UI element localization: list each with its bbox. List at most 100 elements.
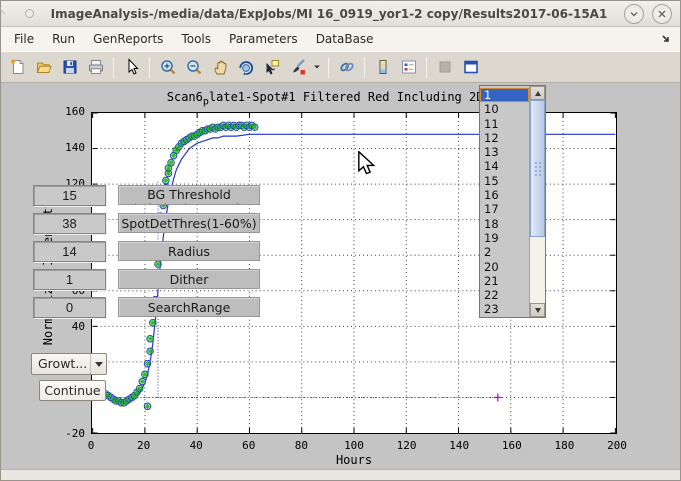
menu-genreports[interactable]: GenReports — [84, 29, 172, 49]
zoom-in-icon — [159, 58, 177, 76]
y-tick-label: 160 — [45, 105, 85, 118]
listbox-scrollbar[interactable] — [529, 86, 545, 317]
list-item-11[interactable]: 11 — [480, 117, 529, 131]
x-tick-label: 100 — [334, 439, 374, 452]
brush-dropdown-caret-icon — [313, 64, 321, 70]
scrollbar-track[interactable] — [530, 100, 545, 303]
list-item-23[interactable]: 23 — [480, 302, 529, 316]
listbox-items: 110111213141516171819220212223 — [480, 86, 529, 317]
link-plots-icon — [338, 58, 356, 76]
toolbar-separator — [328, 57, 329, 78]
toolbar-separator — [149, 57, 150, 78]
x-tick-label: 140 — [439, 439, 479, 452]
list-item-10[interactable]: 10 — [480, 102, 529, 116]
dither-button[interactable]: Dither — [118, 269, 260, 289]
x-tick-label: 40 — [176, 439, 216, 452]
new-file-button[interactable] — [5, 55, 30, 80]
mouse-cursor-icon — [357, 151, 379, 175]
growth-dropdown[interactable]: Growt... — [31, 353, 107, 375]
window-bottom-edge — [1, 469, 680, 480]
figure-area: Scan6plate1-Spot#1 Filtered Red Includin… — [1, 83, 680, 471]
save-button[interactable] — [57, 55, 82, 80]
list-item-18[interactable]: 18 — [480, 217, 529, 231]
insert-legend-button[interactable] — [396, 55, 421, 80]
dither-field[interactable] — [33, 269, 106, 290]
chevron-down-icon — [629, 9, 639, 19]
menu-parameters[interactable]: Parameters — [220, 29, 307, 49]
window-corner-decoration — [0, 0, 14, 14]
list-item-22[interactable]: 22 — [480, 288, 529, 302]
spotdetthres-button[interactable]: SpotDetThres(1-60%) — [118, 213, 260, 233]
print-button[interactable] — [83, 55, 108, 80]
zoom-in-button[interactable] — [155, 55, 180, 80]
toolbar-separator — [113, 57, 114, 78]
rotate-3d-button[interactable] — [233, 55, 258, 80]
brush-icon — [289, 58, 307, 76]
dock-figure-button[interactable] — [432, 55, 457, 80]
x-tick-label: 180 — [544, 439, 584, 452]
menu-tools[interactable]: Tools — [172, 29, 220, 49]
radius-field[interactable] — [33, 241, 106, 262]
x-tick-label: 160 — [492, 439, 532, 452]
pan-tool-button[interactable] — [207, 55, 232, 80]
save-icon — [61, 58, 79, 76]
toolbar — [1, 51, 680, 83]
window-title: ImageAnalysis-/media/data/ExpJobs/MI 16_… — [34, 7, 624, 21]
link-plots-button[interactable] — [334, 55, 359, 80]
open-file-button[interactable] — [31, 55, 56, 80]
x-tick-label: 0 — [71, 439, 111, 452]
list-item-12[interactable]: 12 — [480, 131, 529, 145]
bg-threshold-button[interactable]: BG Threshold(%below) Dynamic — [118, 185, 260, 205]
scroll-up-button[interactable] — [530, 86, 545, 100]
continue-button[interactable]: Continue — [39, 380, 106, 401]
list-item-20[interactable]: 20 — [480, 260, 529, 274]
menu-file[interactable]: File — [5, 29, 43, 49]
x-tick-label: 200 — [597, 439, 637, 452]
toolbar-separator — [426, 57, 427, 78]
dock-disabled-icon — [436, 58, 454, 76]
radius-button[interactable]: Radius — [118, 241, 260, 261]
searchrange-button[interactable]: SearchRange — [118, 297, 260, 317]
insert-colorbar-button[interactable] — [370, 55, 395, 80]
menu-database[interactable]: DataBase — [307, 29, 383, 49]
scroll-down-button[interactable] — [530, 303, 545, 317]
list-item-15[interactable]: 15 — [480, 174, 529, 188]
brush-tool-button[interactable] — [285, 55, 310, 80]
menu-run[interactable]: Run — [43, 29, 84, 49]
pointer-tool-button[interactable] — [119, 55, 144, 80]
data-cursor-button[interactable] — [259, 55, 284, 80]
scrollbar-thumb[interactable] — [530, 100, 545, 237]
shade-window-button[interactable] — [624, 4, 644, 24]
list-item-14[interactable]: 14 — [480, 159, 529, 173]
pan-hand-icon — [211, 58, 229, 76]
x-tick-label: 60 — [229, 439, 269, 452]
searchrange-field[interactable] — [33, 297, 106, 318]
spotdetthres-field[interactable] — [33, 213, 106, 234]
list-item-13[interactable]: 13 — [480, 145, 529, 159]
list-item-16[interactable]: 16 — [480, 188, 529, 202]
bg-threshold-field[interactable] — [33, 185, 106, 206]
list-item-1[interactable]: 1 — [480, 88, 529, 102]
new-file-icon — [9, 58, 27, 76]
y-tick-label: -20 — [45, 427, 85, 440]
x-tick-label: 80 — [281, 439, 321, 452]
list-item-19[interactable]: 19 — [480, 231, 529, 245]
menu-overflow-arrow-icon[interactable] — [661, 34, 672, 45]
list-item-17[interactable]: 17 — [480, 202, 529, 216]
open-file-icon — [35, 58, 53, 76]
data-cursor-icon — [263, 58, 281, 76]
close-window-button[interactable] — [652, 4, 672, 24]
x-tick-label: 120 — [387, 439, 427, 452]
toolbar-separator — [364, 57, 365, 78]
application-window: { "window": { "title": "ImageAnalysis-/m… — [0, 0, 681, 481]
brush-dropdown-button[interactable] — [311, 55, 323, 80]
triangle-down-icon — [535, 308, 541, 313]
list-item-2[interactable]: 2 — [480, 245, 529, 259]
zoom-out-button[interactable] — [181, 55, 206, 80]
new-window-icon — [462, 58, 480, 76]
menu-bar: FileRunGenReportsToolsParametersDataBase — [1, 27, 680, 51]
insert-colorbar-icon — [374, 58, 392, 76]
app-icon — [25, 9, 34, 18]
list-item-21[interactable]: 21 — [480, 274, 529, 288]
new-window-button[interactable] — [458, 55, 483, 80]
